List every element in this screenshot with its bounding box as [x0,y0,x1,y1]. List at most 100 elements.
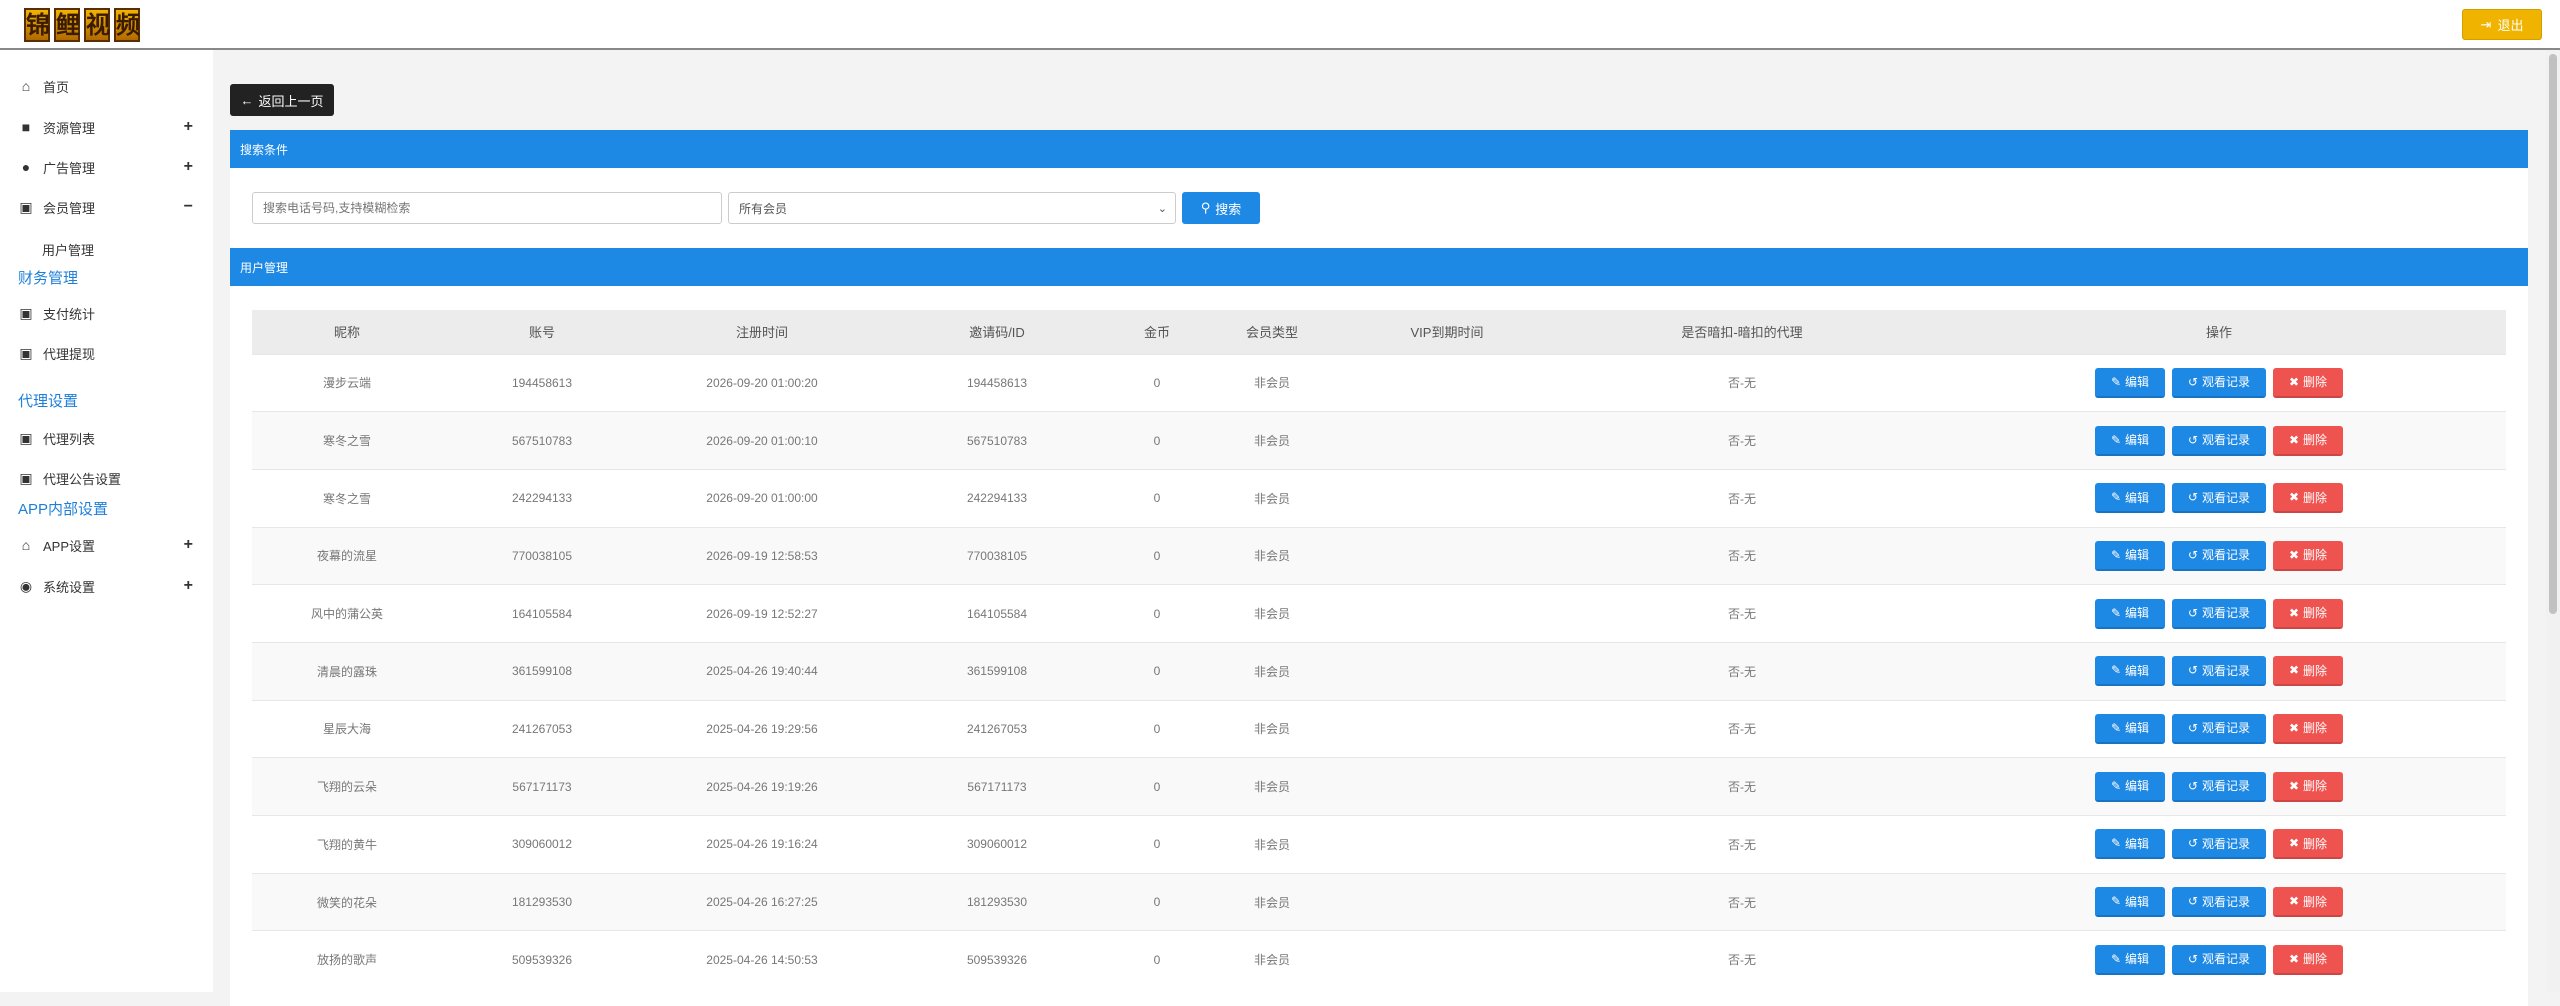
trash-icon: ✖ [2288,894,2300,909]
view-history-button-label: 观看记录 [2202,894,2251,909]
edit-button[interactable]: ✎ 编辑 [2095,944,2165,975]
delete-button[interactable]: ✖ 删除 [2273,713,2343,744]
edit-button[interactable]: ✎ 编辑 [2095,598,2165,629]
search-icon: ⚲ [1200,200,1211,215]
table-row: 微笑的花朵 181293530 2025-04-26 16:27:25 1812935… [252,873,2506,931]
edit-button[interactable]: ✎ 编辑 [2095,713,2165,744]
cell-actions: ✎ 编辑 ↺ 观看记录 ✖ 删除 [1932,931,2506,989]
table-row: 漫步云端 194458613 2026-09-20 01:00:20 19445861… [252,354,2506,412]
edit-button[interactable]: ✎ 编辑 [2095,540,2165,571]
sidebar-item-system-settings[interactable]: ◉ 系统设置 + [0,572,213,600]
sidebar-item-ads[interactable]: ● 广告管理 + [0,153,213,181]
edit-button[interactable]: ✎ 编辑 [2095,829,2165,860]
cell-deduct: 否-无 [1728,549,1756,564]
history-icon: ↺ [2187,605,2199,620]
expand-plus-icon: + [183,158,193,175]
sidebar-item-label: APP设置 [43,538,96,554]
cell-account: 309060012 [511,837,573,852]
delete-button[interactable]: ✖ 删除 [2273,540,2343,571]
edit-button[interactable]: ✎ 编辑 [2095,367,2165,398]
delete-button[interactable]: ✖ 删除 [2273,944,2343,975]
cell-code: 194458613 [966,375,1028,390]
delete-button-label: 删除 [2303,721,2328,736]
logout-label: 退出 [2497,18,2524,33]
search-button[interactable]: ⚲ 搜索 [1182,192,1260,224]
delete-button[interactable]: ✖ 删除 [2273,887,2343,918]
view-history-button[interactable]: ↺ 观看记录 [2172,713,2266,744]
edit-button-label: 编辑 [2125,721,2150,736]
view-history-button[interactable]: ↺ 观看记录 [2172,483,2266,514]
page-scrollbar[interactable] [2546,50,2560,992]
edit-button[interactable]: ✎ 编辑 [2095,425,2165,456]
cell-code: 509539326 [966,952,1028,967]
view-history-button-label: 观看记录 [2202,490,2251,505]
cell-coins: 0 [1153,433,1161,448]
scrollbar-thumb[interactable] [2549,54,2557,614]
back-button[interactable]: ← 返回上一页 [230,84,334,116]
delete-button[interactable]: ✖ 删除 [2273,771,2343,802]
cell-reg: 2025-04-26 14:50:53 [706,952,818,967]
cell-nick: 飞翔的黄牛 [316,837,377,852]
cell-coins: 0 [1153,952,1161,967]
edit-button[interactable]: ✎ 编辑 [2095,771,2165,802]
search-panel-header: 搜索条件 [230,130,2528,168]
cell-actions: ✎ 编辑 ↺ 观看记录 ✖ 删除 [1932,354,2506,412]
view-history-button[interactable]: ↺ 观看记录 [2172,887,2266,918]
delete-button[interactable]: ✖ 删除 [2273,425,2343,456]
video-camera-icon: ■ [21,119,31,135]
member-type-select-value: 所有会员 [739,201,788,216]
delete-button[interactable]: ✖ 删除 [2273,829,2343,860]
edit-button[interactable]: ✎ 编辑 [2095,656,2165,687]
cell-reg: 2026-09-19 12:52:27 [706,606,818,621]
cell-nick: 清晨的露珠 [316,664,377,679]
view-history-button[interactable]: ↺ 观看记录 [2172,367,2266,398]
edit-icon: ✎ [2110,432,2122,447]
cell-reg: 2026-09-20 01:00:00 [706,491,818,506]
sidebar-item-label: 会员管理 [43,200,96,216]
sidebar-item-agent-list[interactable]: ▣ 代理列表 [0,424,213,452]
search-input[interactable] [252,192,722,224]
view-history-button[interactable]: ↺ 观看记录 [2172,771,2266,802]
sidebar-item-home[interactable]: ⌂ 首页 [0,72,213,100]
sidebar-subitem-user-management[interactable]: 用户管理 [42,240,94,259]
brand-logo[interactable]: 锦 鲤 视 频 [24,8,140,44]
edit-button[interactable]: ✎ 编辑 [2095,483,2165,514]
delete-button[interactable]: ✖ 删除 [2273,483,2343,514]
view-history-button[interactable]: ↺ 观看记录 [2172,598,2266,629]
view-history-button[interactable]: ↺ 观看记录 [2172,944,2266,975]
history-icon: ↺ [2187,547,2199,562]
sidebar-item-agent-withdraw[interactable]: ▣ 代理提现 [0,339,213,367]
cell-coins: 0 [1153,895,1161,910]
sidebar-item-app-settings[interactable]: ⌂ APP设置 + [0,531,213,559]
delete-button[interactable]: ✖ 删除 [2273,367,2343,398]
sidebar: ⌂ 首页 ■ 资源管理 + ● 广告管理 + ▣ 会员管理 − 用户管理 财务管… [0,50,213,992]
view-history-button[interactable]: ↺ 观看记录 [2172,425,2266,456]
view-history-button[interactable]: ↺ 观看记录 [2172,540,2266,571]
sidebar-item-pay-stats[interactable]: ▣ 支付统计 [0,299,213,327]
cell-actions: ✎ 编辑 ↺ 观看记录 ✖ 删除 [1932,585,2506,643]
sidebar-item-label: 支付统计 [43,306,96,322]
edit-button[interactable]: ✎ 编辑 [2095,887,2165,918]
view-history-button[interactable]: ↺ 观看记录 [2172,829,2266,860]
delete-button[interactable]: ✖ 删除 [2273,598,2343,629]
cell-coins: 0 [1153,375,1161,390]
history-icon: ↺ [2187,374,2199,389]
sidebar-item-resources[interactable]: ■ 资源管理 + [0,113,213,141]
cell-account: 164105584 [511,606,573,621]
history-icon: ↺ [2187,663,2199,678]
view-history-button[interactable]: ↺ 观看记录 [2172,656,2266,687]
sidebar-item-agent-notice[interactable]: ▣ 代理公告设置 [0,464,213,492]
cell-vip [1342,816,1552,874]
cell-account: 567171173 [512,779,572,794]
member-type-select[interactable]: 所有会员 ⌄ [728,192,1176,224]
sign-out-icon: ⇥ [2480,16,2492,32]
delete-button[interactable]: ✖ 删除 [2273,656,2343,687]
history-icon: ↺ [2187,836,2199,851]
view-history-button-label: 观看记录 [2202,548,2251,563]
sidebar-item-members[interactable]: ▣ 会员管理 − [0,193,213,221]
logout-button[interactable]: ⇥ 退出 [2462,9,2542,40]
cell-coins: 0 [1153,779,1161,794]
cell-account: 242294133 [511,491,573,506]
cell-actions: ✎ 编辑 ↺ 观看记录 ✖ 删除 [1932,873,2506,931]
history-icon: ↺ [2187,432,2199,447]
